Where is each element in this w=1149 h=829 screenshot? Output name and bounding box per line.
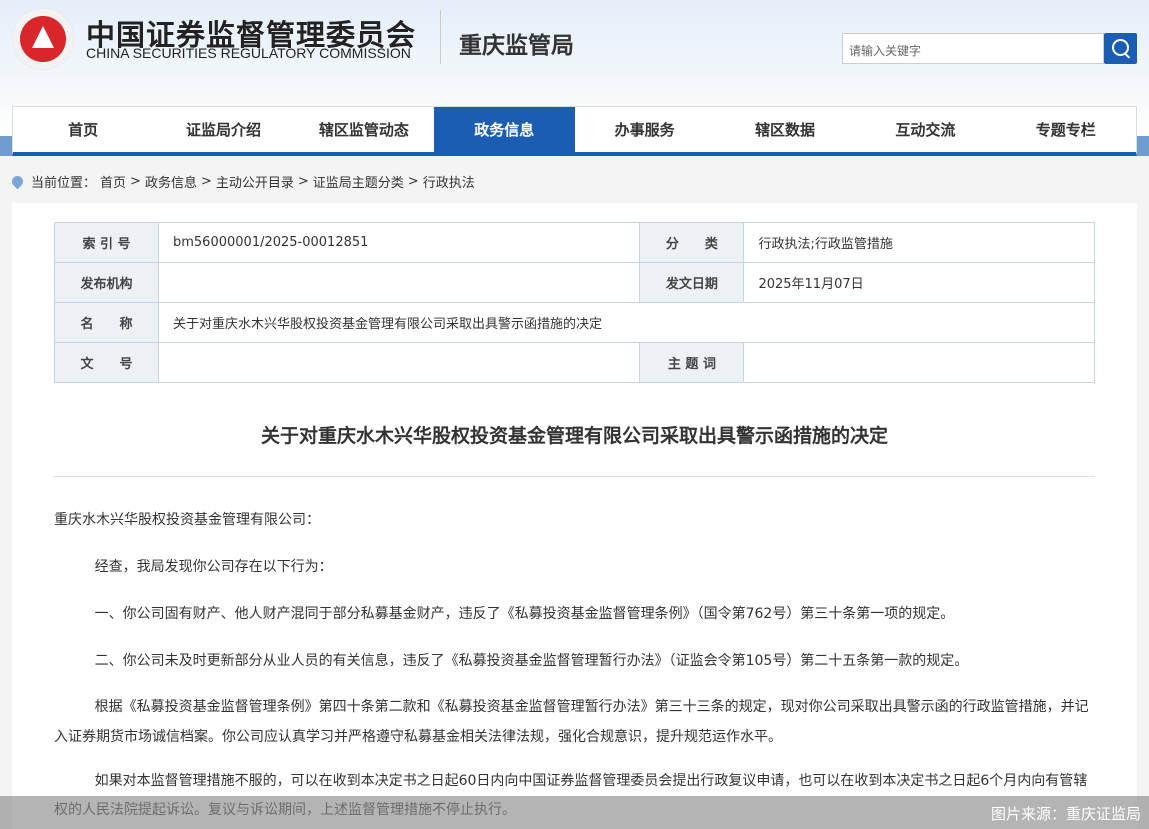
- category-value: 行政执法;行政监管措施: [744, 223, 1095, 263]
- nav-services[interactable]: 办事服务: [575, 107, 715, 152]
- breadcrumb-item[interactable]: 主动公开目录: [216, 172, 294, 191]
- nav-interaction[interactable]: 互动交流: [855, 107, 995, 152]
- caption-overlay: [0, 796, 1149, 829]
- name-label: 名 称: [55, 303, 159, 343]
- search-input[interactable]: 请输入关键字: [842, 33, 1104, 64]
- breadcrumb-item[interactable]: 首页: [100, 172, 126, 191]
- paragraph: 经查，我局发现你公司存在以下行为：: [54, 552, 1099, 582]
- paragraph: 根据《私募投资基金监督管理条例》第四十条第二款和《私募投资基金监督管理暂行办法》…: [54, 692, 1099, 752]
- main-nav: 首页 证监局介绍 辖区监管动态 政务信息 办事服务 辖区数据 互动交流 专题专栏: [12, 106, 1137, 156]
- paragraph: 重庆水木兴华股权投资基金管理有限公司：: [54, 505, 1099, 535]
- nav-topics[interactable]: 专题专栏: [996, 107, 1136, 152]
- search-button[interactable]: [1104, 33, 1137, 64]
- nav-about[interactable]: 证监局介绍: [153, 107, 293, 152]
- date-value: 2025年11月07日: [744, 263, 1095, 303]
- index-value: bm56000001/2025-00012851: [159, 223, 640, 263]
- category-label: 分 类: [640, 223, 744, 263]
- location-pin-icon: [10, 174, 26, 190]
- paragraph: 二、你公司未及时更新部分从业人员的有关信息，违反了《私募投资基金监督管理暂行办法…: [54, 646, 1099, 676]
- breadcrumb-item[interactable]: 行政执法: [423, 172, 475, 191]
- paragraph: 一、你公司固有财产、他人财产混同于部分私募基金财产，违反了《私募投资基金监督管理…: [54, 599, 1099, 629]
- divider: [54, 476, 1095, 477]
- metadata-table: 索 引 号bm56000001/2025-00012851分 类行政执法;行政监…: [54, 222, 1095, 383]
- nav-government-info[interactable]: 政务信息: [434, 107, 574, 152]
- bureau-name: 重庆监管局: [459, 26, 574, 60]
- article-title: 关于对重庆水木兴华股权投资基金管理有限公司采取出具警示函措施的决定: [12, 421, 1137, 448]
- keywords-label: 主 题 词: [640, 343, 744, 383]
- image-source: 图片来源：重庆证监局: [991, 803, 1141, 824]
- nav-home[interactable]: 首页: [13, 107, 153, 152]
- breadcrumb-item[interactable]: 证监局主题分类: [313, 172, 404, 191]
- breadcrumb-label: 当前位置：: [31, 172, 96, 191]
- docno-label: 文 号: [55, 343, 159, 383]
- publisher-value: [159, 263, 640, 303]
- content-panel: 索 引 号bm56000001/2025-00012851分 类行政执法;行政监…: [12, 203, 1137, 829]
- publisher-label: 发布机构: [55, 263, 159, 303]
- index-label: 索 引 号: [55, 223, 159, 263]
- nav-data[interactable]: 辖区数据: [715, 107, 855, 152]
- site-title-en: CHINA SECURITIES REGULATORY COMMISSION: [86, 45, 411, 61]
- divider: [440, 10, 441, 64]
- breadcrumb-item[interactable]: 政务信息: [145, 172, 197, 191]
- breadcrumb: 当前位置： 首页> 政务信息> 主动公开目录> 证监局主题分类> 行政执法: [12, 172, 475, 191]
- csrc-logo[interactable]: [12, 8, 74, 70]
- keywords-value: [744, 343, 1095, 383]
- nav-news[interactable]: 辖区监管动态: [294, 107, 434, 152]
- name-value: 关于对重庆水木兴华股权投资基金管理有限公司采取出具警示函措施的决定: [159, 303, 1095, 343]
- date-label: 发文日期: [640, 263, 744, 303]
- docno-value: [159, 343, 640, 383]
